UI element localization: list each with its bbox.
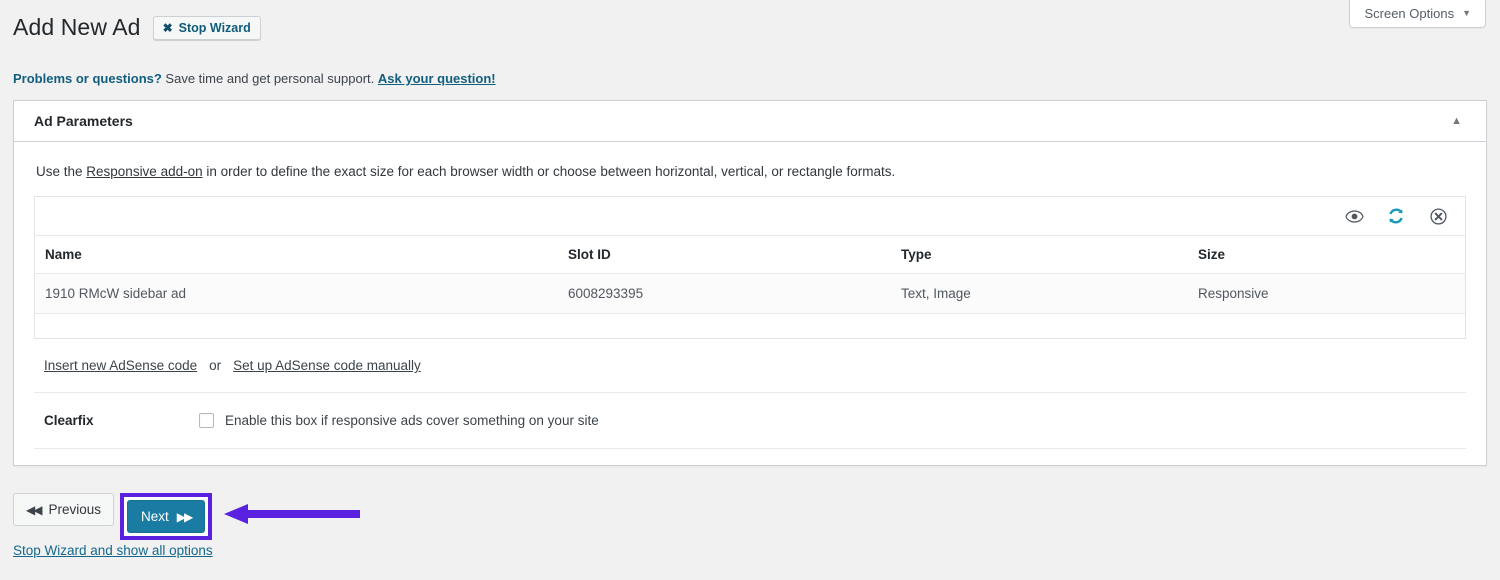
page-header: Add New Ad ✖ Stop Wizard [13,13,261,43]
clearfix-checkbox-label[interactable]: Enable this box if responsive ads cover … [225,413,599,428]
clearfix-checkbox[interactable] [199,413,214,428]
ad-parameters-panel: Ad Parameters ▲ Use the Responsive add-o… [13,100,1487,466]
admin-page: Screen Options ▼ Add New Ad ✖ Stop Wizar… [0,0,1500,580]
panel-body: Use the Responsive add-on in order to de… [14,142,1486,465]
adsense-network-box: Name Slot ID Type Size 1910 RMcW sidebar… [34,196,1466,339]
insert-code-row: Insert new AdSense code or Set up AdSens… [34,339,1466,393]
next-button[interactable]: Next ▶▶ [127,500,205,533]
next-button-label: Next [141,509,169,524]
responsive-addon-link[interactable]: Responsive add-on [86,164,202,179]
eye-icon[interactable] [1344,206,1364,226]
previous-button[interactable]: ◀◀ Previous [13,493,114,526]
fast-forward-icon: ▶▶ [177,510,191,524]
description-suffix: in order to define the exact size for ea… [203,164,896,179]
stop-wizard-button[interactable]: ✖ Stop Wizard [153,16,261,40]
support-notice: Problems or questions? Save time and get… [13,71,496,87]
panel-header: Ad Parameters ▲ [14,101,1486,142]
rewind-icon: ◀◀ [26,503,40,517]
page-title: Add New Ad [13,13,141,43]
cell-name[interactable]: 1910 RMcW sidebar ad [35,274,558,314]
network-toolbar [35,197,1465,236]
support-notice-middle: Save time and get personal support. [162,71,378,86]
table-footer-spacer [35,314,1465,338]
refresh-icon[interactable] [1386,206,1406,226]
column-header-type: Type [891,236,1188,274]
cell-size[interactable]: Responsive [1188,274,1465,314]
wizard-navigation: ◀◀ Previous Next ▶▶ [13,493,212,540]
column-header-size: Size [1188,236,1465,274]
clearfix-row: Clearfix Enable this box if responsive a… [34,393,1466,449]
column-header-slot-id: Slot ID [558,236,891,274]
stop-wizard-label: Stop Wizard [179,21,251,35]
insert-new-adsense-code-link[interactable]: Insert new AdSense code [44,358,197,373]
screen-options-tab[interactable]: Screen Options ▼ [1349,0,1486,28]
ask-your-question-link[interactable]: Ask your question! [378,71,496,86]
close-circle-icon[interactable] [1428,206,1448,226]
next-button-highlight: Next ▶▶ [120,493,212,540]
table-row[interactable]: 1910 RMcW sidebar ad 6008293395 Text, Im… [35,274,1465,314]
chevron-up-icon[interactable]: ▲ [1447,112,1466,131]
setup-adsense-manually-link[interactable]: Set up AdSense code manually [233,358,421,373]
x-icon: ✖ [163,22,173,34]
table-header-row: Name Slot ID Type Size [35,236,1465,274]
screen-options-label: Screen Options [1364,6,1454,21]
or-separator: or [209,358,221,373]
clearfix-label: Clearfix [44,413,199,428]
column-header-name: Name [35,236,558,274]
cell-type[interactable]: Text, Image [891,274,1188,314]
stop-wizard-show-all-options-link[interactable]: Stop Wizard and show all options [13,543,213,558]
support-notice-lead: Problems or questions? [13,71,162,86]
chevron-down-icon: ▼ [1462,9,1471,18]
panel-title: Ad Parameters [34,113,133,129]
previous-button-label: Previous [48,502,101,517]
left-arrow-annotation [222,503,362,525]
description-prefix: Use the [36,164,86,179]
cell-slot-id[interactable]: 6008293395 [558,274,891,314]
panel-description: Use the Responsive add-on in order to de… [34,153,1466,192]
ads-table: Name Slot ID Type Size 1910 RMcW sidebar… [35,236,1465,314]
